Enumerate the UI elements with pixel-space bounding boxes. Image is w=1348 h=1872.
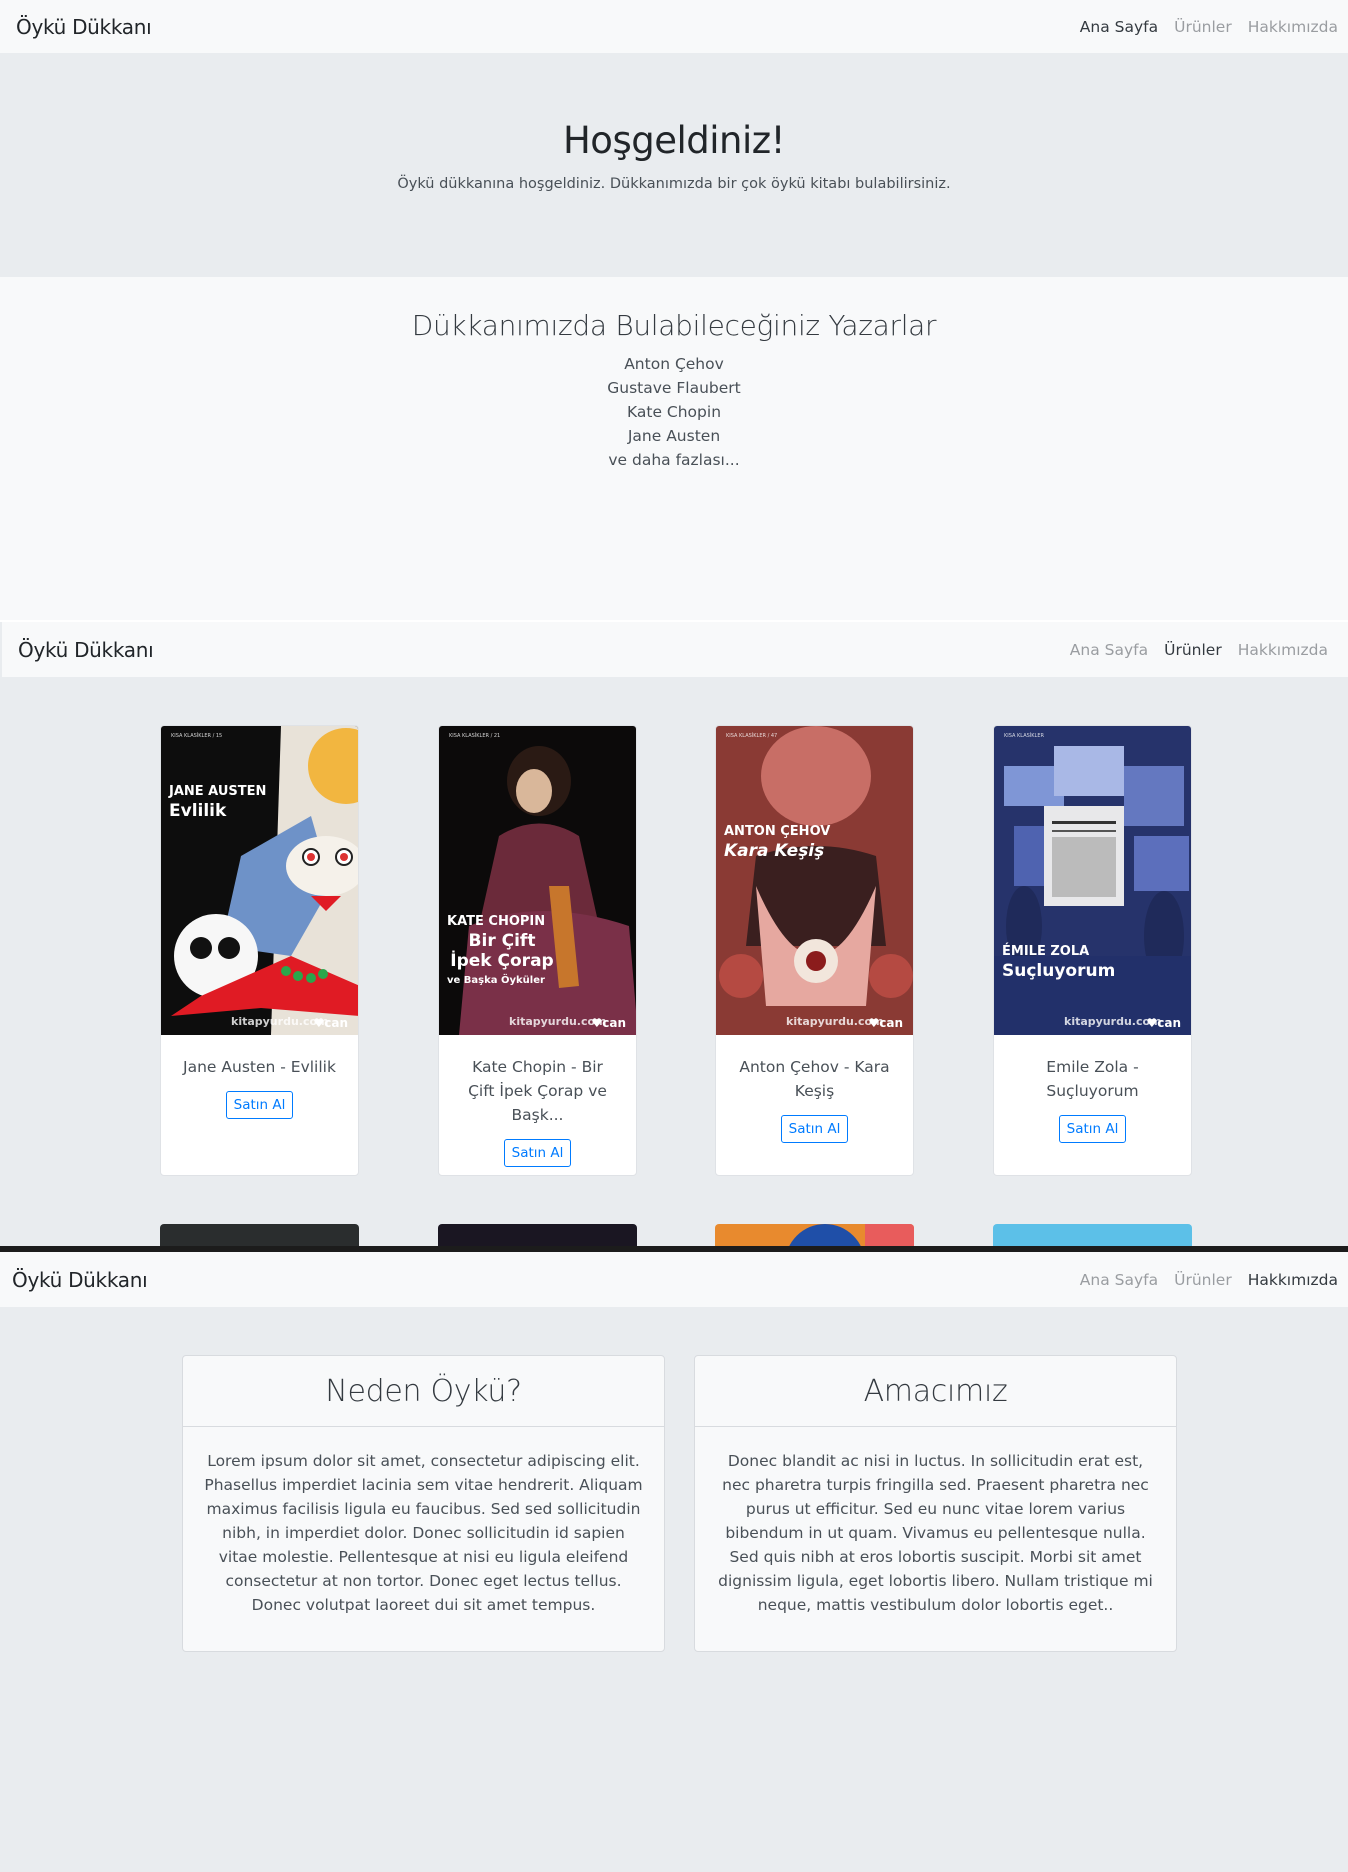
nav-link-products[interactable]: Ürünler (1174, 1271, 1232, 1289)
nav-links: Ana Sayfa Ürünler Hakkımızda (1080, 1271, 1338, 1289)
authors-heading: Dükkanımızda Bulabileceğiniz Yazarlar (411, 309, 937, 342)
nav-links: Ana Sayfa Ürünler Hakkımızda (1080, 18, 1338, 36)
book-cover-image[interactable]: KISA KLASİKLER / 47 ANTON ÇEHOV Kara Keş… (716, 726, 913, 1035)
author-item: Kate Chopin (626, 403, 722, 421)
cover-title: Evlilik (169, 801, 227, 821)
author-item: Anton Çehov (624, 355, 724, 373)
nav-link-home[interactable]: Ana Sayfa (1080, 18, 1158, 36)
nav-link-home[interactable]: Ana Sayfa (1070, 641, 1148, 659)
why-story-card: Neden Öykü? Lorem ipsum dolor sit amet, … (182, 1355, 665, 1652)
card-body: Donec blandit ac nisi in luctus. In soll… (718, 1452, 1153, 1614)
author-item: ve daha fazlası... (608, 451, 740, 469)
navbar-products: Öykü Dükkanı Ana Sayfa Ürünler Hakkımızd… (2, 622, 1348, 677)
cover-author: ANTON ÇEHOV (724, 824, 831, 839)
navbar-brand[interactable]: Öykü Dükkanı (12, 1268, 148, 1292)
hero-jumbotron: Hoşgeldiniz! Öykü dükkanına hoşgeldiniz.… (0, 53, 1348, 277)
book-cover-image[interactable]: KISA KLASİKLER / 21 KATE CHOPIN Bir Çift… (439, 726, 636, 1035)
card-header: Neden Öykü? (183, 1356, 664, 1427)
about-section: Neden Öykü? Lorem ipsum dolor sit amet, … (0, 1307, 1348, 1872)
cover-publisher: ♥can (1146, 1016, 1181, 1030)
product-card: KISA KLASİKLER / 15 JANE AUSTEN Evlilik … (160, 725, 359, 1176)
authors-section: Dükkanımızda Bulabileceğiniz Yazarlar An… (0, 277, 1348, 620)
navbar-about: Öykü Dükkanı Ana Sayfa Ürünler Hakkımızd… (0, 1252, 1348, 1307)
product-card: KISA KLASİKLER / 21 KATE CHOPIN Bir Çift… (438, 725, 637, 1176)
product-name: Anton Çehov - Kara Keşiş (739, 1058, 890, 1100)
hero-title: Hoşgeldiniz! (562, 119, 786, 162)
navbar-brand[interactable]: Öykü Dükkanı (16, 15, 152, 39)
cover-illustration (171, 726, 358, 1035)
nav-links: Ana Sayfa Ürünler Hakkımızda (1070, 641, 1328, 659)
product-card: KISA KLASİKLER ÉMILE ZOLA Suçluyorum kit… (993, 725, 1192, 1176)
author-item: Gustave Flaubert (607, 379, 741, 397)
card-header: Amacımız (695, 1356, 1176, 1427)
cover-series: KISA KLASİKLER / 21 (449, 733, 501, 739)
book-cover-image[interactable]: KISA KLASİKLER / 15 JANE AUSTEN Evlilik … (161, 726, 358, 1035)
nav-link-about[interactable]: Hakkımızda (1248, 1271, 1338, 1289)
cover-series: KISA KLASİKLER / 15 (171, 733, 223, 739)
cover-title: Kara Keşiş (724, 841, 825, 861)
cover-publisher: ♥can (591, 1016, 626, 1030)
buy-button[interactable]: Satın Al (503, 1139, 572, 1167)
cover-author: JANE AUSTEN (169, 784, 267, 799)
cover-illustration (994, 746, 1191, 1035)
cover-subtitle: ve Başka Öyküler (447, 975, 545, 986)
product-name: Jane Austen - Evlilik (183, 1058, 336, 1076)
nav-link-about[interactable]: Hakkımızda (1238, 641, 1328, 659)
hero-text: Öykü dükkanına hoşgeldiniz. Dükkanımızda… (397, 176, 951, 192)
cover-series: KISA KLASİKLER (1004, 733, 1044, 739)
cover-title: Suçluyorum (1002, 961, 1116, 981)
navbar-brand[interactable]: Öykü Dükkanı (18, 638, 154, 662)
cover-author: KATE CHOPIN (447, 914, 546, 929)
product-name: Emile Zola - Suçluyorum (1046, 1058, 1139, 1100)
author-item: Jane Austen (627, 427, 721, 445)
cover-series: KISA KLASİKLER / 47 (726, 733, 778, 739)
authors-list: Anton Çehov Gustave Flaubert Kate Chopin… (0, 352, 1348, 472)
products-section: KISA KLASİKLER / 15 JANE AUSTEN Evlilik … (0, 677, 1348, 1247)
cover-publisher: ♥can (868, 1016, 903, 1030)
cover-title: Bir Çift İpek Çorap (450, 931, 554, 971)
nav-link-home[interactable]: Ana Sayfa (1080, 1271, 1158, 1289)
nav-link-products[interactable]: Ürünler (1174, 18, 1232, 36)
buy-button[interactable]: Satın Al (225, 1091, 294, 1119)
card-body: Lorem ipsum dolor sit amet, consectetur … (204, 1452, 643, 1614)
our-goal-card: Amacımız Donec blandit ac nisi in luctus… (694, 1355, 1177, 1652)
product-name: Kate Chopin - Bir Çift İpek Çorap ve Baş… (468, 1058, 607, 1124)
nav-link-products[interactable]: Ürünler (1164, 641, 1222, 659)
nav-link-about[interactable]: Hakkımızda (1248, 18, 1338, 36)
book-cover-image[interactable]: KISA KLASİKLER ÉMILE ZOLA Suçluyorum kit… (994, 726, 1191, 1035)
cover-illustration (459, 746, 636, 1035)
cover-author: ÉMILE ZOLA (1002, 944, 1090, 959)
navbar-home: Öykü Dükkanı Ana Sayfa Ürünler Hakkımızd… (0, 0, 1348, 53)
product-card: KISA KLASİKLER / 47 ANTON ÇEHOV Kara Keş… (715, 725, 914, 1176)
cover-publisher: ♥can (313, 1016, 348, 1030)
buy-button[interactable]: Satın Al (780, 1115, 849, 1143)
buy-button[interactable]: Satın Al (1058, 1115, 1127, 1143)
cover-illustration (719, 726, 913, 1006)
